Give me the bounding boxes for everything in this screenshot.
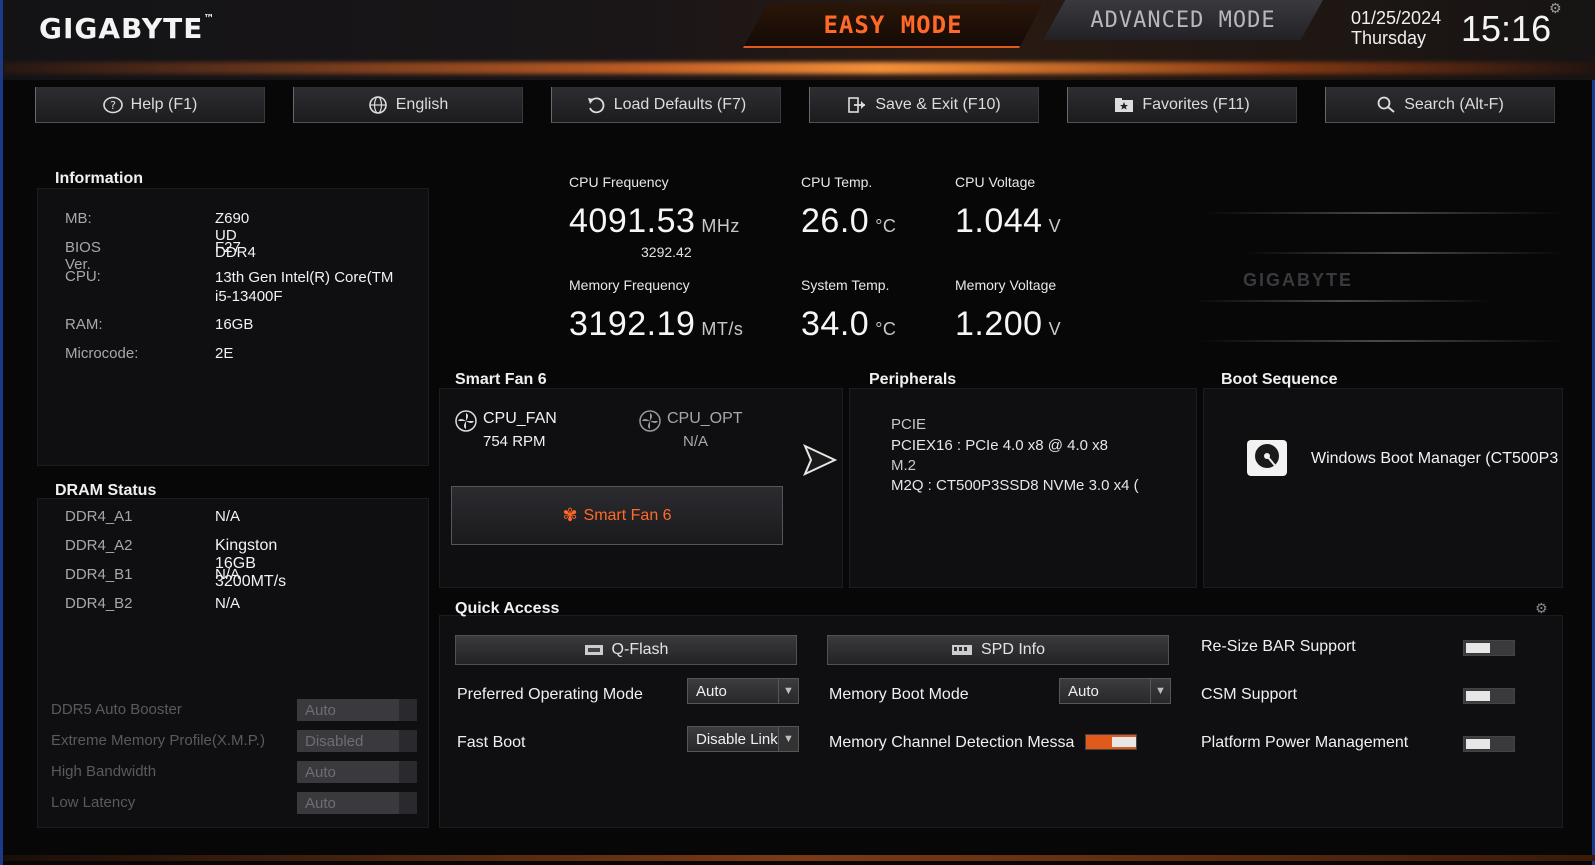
low-latency-label: Low Latency: [51, 794, 136, 811]
quick-access-settings-icon[interactable]: ⚙: [1535, 600, 1548, 617]
cpu-voltage-value: 1.044 V: [955, 202, 1062, 240]
boot-sequence-title: Boot Sequence: [1221, 371, 1338, 388]
memory-boot-mode-select[interactable]: Auto ▼: [1059, 678, 1171, 704]
language-button[interactable]: English: [293, 87, 523, 123]
cpu-temp-value: 26.0 °C: [801, 202, 897, 240]
xmp-label: Extreme Memory Profile(X.M.P.): [51, 732, 265, 749]
mouse-cursor-icon: [803, 444, 837, 477]
hard-drive-icon: [1247, 440, 1287, 476]
exit-icon: [848, 96, 866, 113]
load-defaults-button[interactable]: Load Defaults (F7): [551, 87, 781, 123]
decor-streak: [1203, 212, 1563, 214]
globe-icon: [368, 95, 387, 114]
csm-support-toggle[interactable]: [1463, 688, 1515, 704]
ddr5-auto-booster-select: Auto: [297, 699, 417, 721]
search-icon: [1377, 96, 1395, 113]
fan-cpu-opt-rpm: N/A: [683, 433, 709, 450]
memory-voltage-value: 1.200 V: [955, 305, 1062, 343]
system-temp-label: System Temp.: [801, 277, 890, 293]
periph-pcie-slot: PCIEX16 : PCIe 4.0 x8 @ 4.0 x8: [891, 437, 1109, 454]
footer-glow: [3, 855, 1595, 861]
quick-access-title: Quick Access: [455, 600, 560, 617]
periph-m2-header: M.2: [891, 457, 917, 474]
fast-boot-select[interactable]: Disable Link ▼: [687, 726, 799, 752]
favorites-button[interactable]: Favorites (F11): [1067, 87, 1297, 123]
svg-text:?: ?: [110, 99, 116, 112]
favorites-folder-icon: [1115, 97, 1134, 112]
bios-window: GIGABYTE™ EASY MODE ADVANCED MODE 01/25/…: [0, 0, 1595, 865]
search-button[interactable]: Search (Alt-F): [1325, 87, 1555, 123]
cpu-voltage-label: CPU Voltage: [955, 174, 1036, 190]
help-icon: ?: [102, 96, 123, 113]
fan-cpu-fan-name: CPU_FAN: [483, 410, 557, 427]
ddr5-auto-booster-label: DDR5 Auto Booster: [51, 701, 182, 718]
information-title: Information: [55, 170, 143, 187]
date-display: 01/25/2024 Thursday: [1351, 8, 1442, 48]
preferred-operating-mode-label: Preferred Operating Mode: [457, 686, 643, 703]
platform-power-management-toggle[interactable]: [1463, 736, 1515, 752]
low-latency-select: Auto: [297, 792, 417, 814]
memory-voltage-label: Memory Voltage: [955, 277, 1057, 293]
memory-module-icon: [951, 645, 972, 655]
memory-frequency-label: Memory Frequency: [569, 277, 690, 293]
chip-icon: [584, 645, 603, 655]
periph-pcie-header: PCIE: [891, 416, 927, 433]
decor-streak: [1243, 252, 1563, 254]
chevron-down-icon: ▼: [778, 679, 798, 703]
preferred-operating-mode-select[interactable]: Auto ▼: [687, 678, 799, 704]
decor-streak: [1193, 300, 1493, 302]
fan-icon: [639, 410, 661, 432]
advanced-mode-tab[interactable]: ADVANCED MODE: [1043, 0, 1323, 40]
smart-fan-title: Smart Fan 6: [455, 371, 547, 388]
memory-boot-mode-label: Memory Boot Mode: [829, 686, 969, 703]
fast-boot-label: Fast Boot: [457, 734, 526, 751]
fan-icon: ✾: [562, 505, 578, 525]
resize-bar-toggle[interactable]: [1463, 640, 1515, 656]
fan-icon: [455, 410, 477, 432]
boot-sequence-panel: [1203, 388, 1563, 588]
save-exit-button[interactable]: Save & Exit (F10): [809, 87, 1039, 123]
peripherals-title: Peripherals: [869, 371, 957, 388]
dram-status-title: DRAM Status: [55, 482, 157, 499]
system-temp-value: 34.0 °C: [801, 305, 897, 343]
periph-m2-slot: M2Q : CT500P3SSD8 NVMe 3.0 x4 (: [891, 477, 1139, 494]
boot-entry-windows[interactable]: Windows Boot Manager (CT500P3: [1311, 450, 1563, 468]
cpu-frequency-value: 4091.53 MHz: [569, 202, 740, 240]
fan-cpu-fan-rpm: 754 RPM: [483, 433, 546, 450]
help-button[interactable]: ? Help (F1): [35, 87, 265, 123]
q-flash-button[interactable]: Q-Flash: [455, 635, 797, 665]
xmp-select: Disabled: [297, 730, 417, 752]
spd-info-button[interactable]: SPD Info: [827, 635, 1169, 665]
cpu-frequency-label: CPU Frequency: [569, 174, 669, 190]
cpu-frequency-sub: 3292.42: [641, 244, 692, 260]
settings-gear-icon[interactable]: ⚙: [1549, 0, 1562, 17]
cpu-temp-label: CPU Temp.: [801, 174, 873, 190]
resize-bar-label: Re-Size BAR Support: [1201, 638, 1356, 655]
clock-display: 15:16: [1461, 8, 1552, 49]
gigabyte-logo: GIGABYTE™: [39, 12, 216, 45]
decor-streak: [1199, 340, 1563, 342]
memory-channel-detection-toggle[interactable]: [1085, 734, 1137, 750]
fan-cpu-opt-name: CPU_OPT: [667, 410, 743, 427]
high-bandwidth-label: High Bandwidth: [51, 763, 157, 780]
chevron-down-icon: ▼: [778, 727, 798, 751]
smart-fan-button[interactable]: ✾ Smart Fan 6: [451, 486, 783, 545]
watermark-logo: GIGABYTE: [1243, 270, 1354, 290]
undo-icon: [587, 96, 605, 113]
high-bandwidth-select: Auto: [297, 761, 417, 783]
csm-support-label: CSM Support: [1201, 686, 1298, 703]
platform-power-management-label: Platform Power Management: [1201, 734, 1409, 751]
chevron-down-icon: ▼: [1150, 679, 1170, 703]
memory-frequency-value: 3192.19 MT/s: [569, 305, 744, 343]
easy-mode-tab[interactable]: EASY MODE: [743, 4, 1043, 48]
memory-channel-detection-label: Memory Channel Detection Messa: [829, 734, 1075, 751]
header-glow: [3, 62, 1595, 74]
